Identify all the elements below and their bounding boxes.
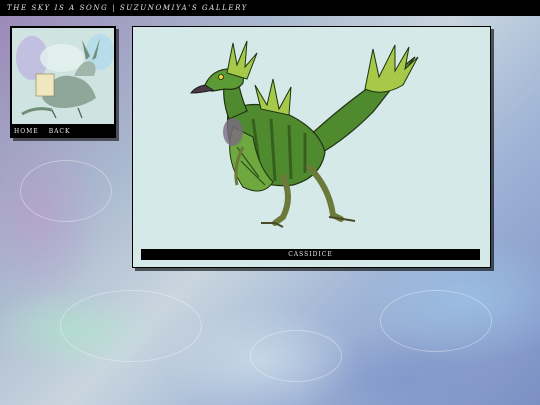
gallery-thumbnail[interactable] [12,28,114,124]
background-swirl [20,160,112,222]
back-link[interactable]: BACK [49,128,71,135]
sidebar: HOME BACK [10,26,116,138]
site-title-bar: THE SKY IS A SONG | SUZUNOMIYA'S GALLERY [0,0,540,16]
site-title: THE SKY IS A SONG | SUZUNOMIYA'S GALLERY [7,4,248,12]
home-link[interactable]: HOME [14,128,39,135]
background-swirl [250,330,342,382]
dragon-artwork-image [190,40,419,228]
background-swirl [380,290,492,352]
background-swirl [60,290,202,362]
nav-links: HOME BACK [14,128,71,135]
artwork-caption: CASSIDICE [141,249,480,260]
thumbnail-dragon-image [12,28,114,124]
artwork-panel: CASSIDICE [132,26,491,268]
